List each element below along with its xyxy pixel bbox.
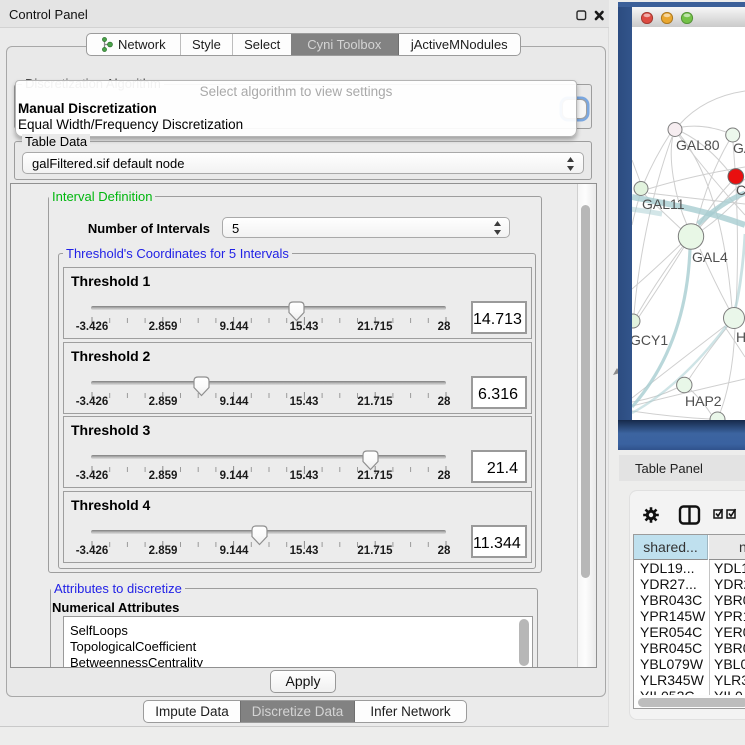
svg-text:CY: CY xyxy=(736,182,745,198)
svg-text:GAL4: GAL4 xyxy=(692,249,728,265)
svg-text:GAL11: GAL11 xyxy=(642,196,685,212)
svg-text:HAP2: HAP2 xyxy=(685,393,722,409)
svg-text:H: H xyxy=(736,329,745,345)
svg-text:GAL80: GAL80 xyxy=(676,137,720,153)
svg-text:GCY1: GCY1 xyxy=(632,332,668,348)
svg-text:GA: GA xyxy=(733,140,745,156)
